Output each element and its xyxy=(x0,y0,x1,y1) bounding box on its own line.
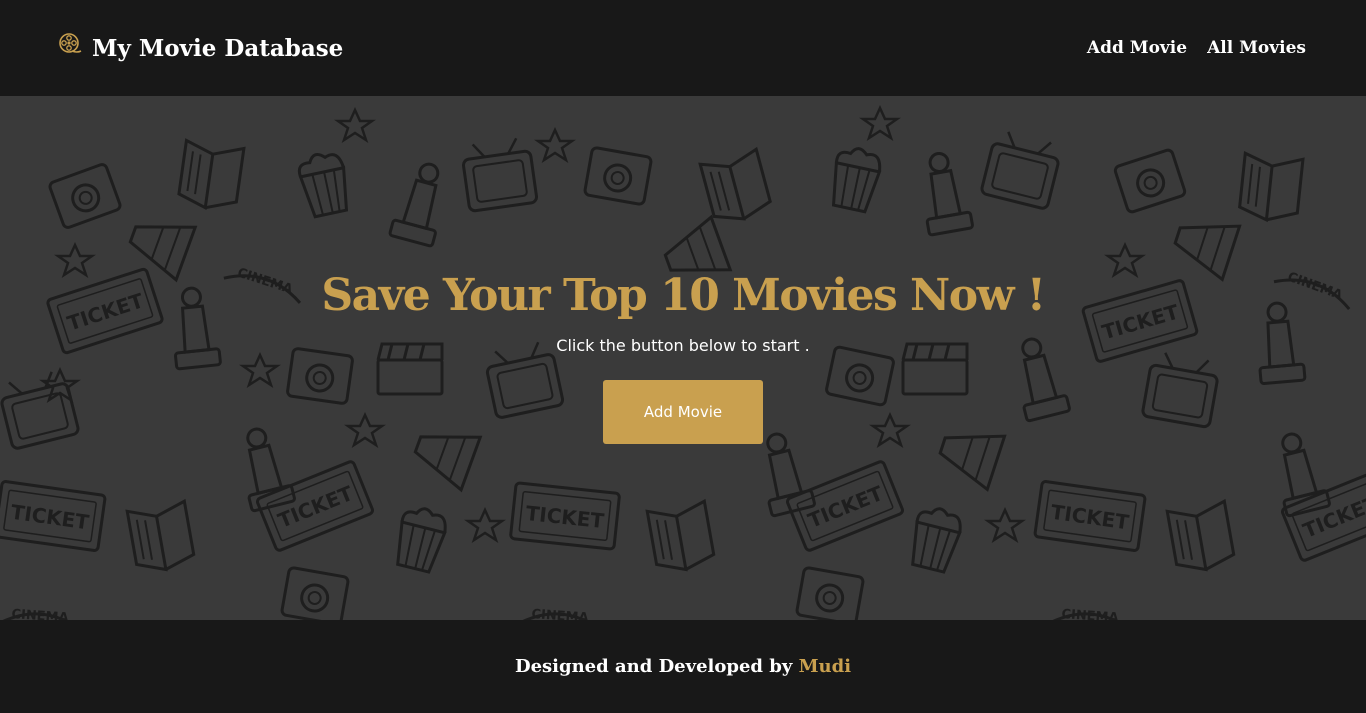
brand-title: My Movie Database xyxy=(92,34,344,62)
hero-section: TICKET CINEMA xyxy=(0,96,1366,620)
hero-content: Save Your Top 10 Movies Now ! Click the … xyxy=(0,96,1366,620)
footer: Designed and Developed by Mudi xyxy=(0,620,1366,713)
hero-title: Save Your Top 10 Movies Now ! xyxy=(321,270,1046,321)
add-movie-button[interactable]: Add Movie xyxy=(603,380,763,444)
navbar: My Movie Database Add Movie All Movies xyxy=(0,0,1366,96)
footer-credit: Designed and Developed by Mudi xyxy=(515,656,851,677)
brand-link[interactable]: My Movie Database xyxy=(58,32,344,62)
nav-link-all-movies[interactable]: All Movies xyxy=(1207,38,1306,58)
film-reel-icon xyxy=(58,32,82,56)
footer-prefix: Designed and Developed by xyxy=(514,656,799,677)
hero-subtitle: Click the button below to start . xyxy=(556,336,810,355)
nav-links: Add Movie All Movies xyxy=(1087,38,1306,58)
nav-link-add-movie[interactable]: Add Movie xyxy=(1087,38,1187,58)
footer-author-link[interactable]: Mudi xyxy=(799,656,851,677)
